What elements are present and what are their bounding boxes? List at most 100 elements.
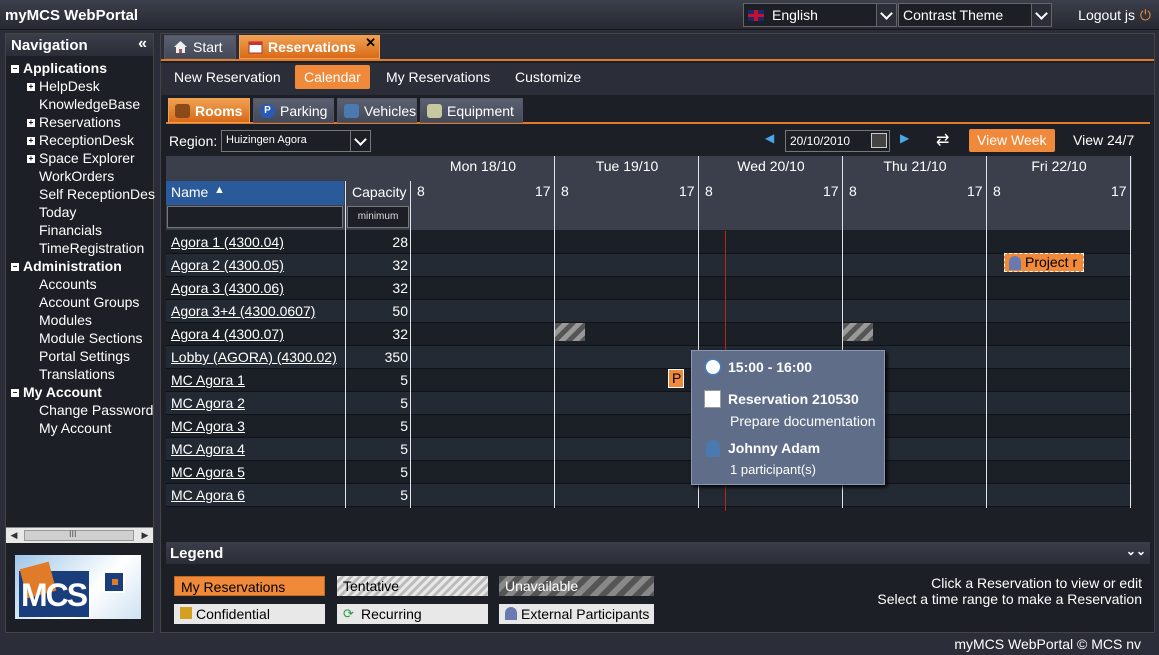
theme-select[interactable]: Contrast Theme bbox=[898, 3, 1052, 27]
nav-item[interactable]: My Account bbox=[23, 384, 102, 400]
scroll-thumb[interactable]: III bbox=[24, 529, 134, 541]
nav-item[interactable]: Portal Settings bbox=[39, 348, 130, 364]
reservation-event[interactable]: P bbox=[668, 369, 684, 388]
room-name-link[interactable]: Agora 2 (4300.05) bbox=[171, 257, 284, 273]
nav-item[interactable]: TimeRegistration bbox=[39, 240, 144, 256]
tab-equipment[interactable]: Equipment bbox=[420, 98, 523, 123]
nav-item[interactable]: Space Explorer bbox=[39, 150, 135, 166]
scroll-right-icon[interactable]: ▶ bbox=[137, 528, 153, 543]
nav-item[interactable]: Change Password bbox=[39, 402, 153, 418]
room-row[interactable]: Agora 1 (4300.04) 28 bbox=[166, 231, 1132, 254]
collapse-node-icon[interactable]: − bbox=[11, 389, 19, 397]
capacity-filter-input[interactable]: minimum bbox=[347, 206, 409, 228]
calendar-picker-icon[interactable] bbox=[871, 133, 887, 148]
room-name-link[interactable]: Lobby (AGORA) (4300.02) bbox=[171, 349, 337, 365]
refresh-icon[interactable]: ⇄ bbox=[936, 130, 949, 150]
region-select[interactable]: Huizingen Agora bbox=[221, 130, 371, 152]
room-row[interactable]: MC Agora 3 5 bbox=[166, 415, 1132, 438]
nav-item[interactable]: Module Sections bbox=[39, 330, 143, 346]
door-icon bbox=[175, 104, 190, 118]
room-name-link[interactable]: MC Agora 6 bbox=[171, 487, 245, 503]
legend-hint-1: Click a Reservation to view or edit bbox=[931, 575, 1142, 591]
collapse-node-icon[interactable]: − bbox=[11, 65, 19, 73]
collapse-icon[interactable]: « bbox=[138, 35, 147, 53]
room-name-link[interactable]: MC Agora 2 bbox=[171, 395, 245, 411]
menu-calendar[interactable]: Calendar bbox=[295, 65, 370, 89]
room-row[interactable]: Agora 2 (4300.05) 32 bbox=[166, 254, 1132, 277]
tooltip-participants: 1 participant(s) bbox=[730, 462, 816, 477]
nav-item[interactable]: ReceptionDesk bbox=[39, 132, 134, 148]
nav-item[interactable]: Administration bbox=[23, 258, 122, 274]
nav-item[interactable]: Self ReceptionDes bbox=[39, 186, 155, 202]
expand-node-icon[interactable]: + bbox=[27, 83, 35, 91]
view-247-button[interactable]: View 24/7 bbox=[1073, 132, 1134, 148]
collapse-legend-icon[interactable]: ⌄⌄ bbox=[1126, 544, 1146, 558]
nav-item[interactable]: HelpDesk bbox=[39, 78, 100, 94]
nav-item[interactable]: Account Groups bbox=[39, 294, 139, 310]
expand-node-icon[interactable]: + bbox=[27, 155, 35, 163]
expand-node-icon[interactable]: + bbox=[27, 137, 35, 145]
room-name-link[interactable]: MC Agora 4 bbox=[171, 441, 245, 457]
room-row[interactable]: MC Agora 6 5 bbox=[166, 484, 1132, 507]
tab-vehicles[interactable]: Vehicles bbox=[337, 98, 417, 123]
tab-rooms[interactable]: Rooms bbox=[168, 98, 250, 123]
room-name-link[interactable]: MC Agora 1 bbox=[171, 372, 245, 388]
close-icon[interactable]: ✕ bbox=[365, 35, 376, 51]
reservation-event[interactable]: Project r bbox=[1004, 253, 1084, 272]
nav-item[interactable]: WorkOrders bbox=[39, 168, 114, 184]
view-week-button[interactable]: View Week bbox=[969, 129, 1055, 152]
room-row[interactable]: Agora 4 (4300.07) 32 bbox=[166, 323, 1132, 346]
scroll-grip: III bbox=[69, 529, 77, 539]
scroll-left-icon[interactable]: ◀ bbox=[6, 528, 22, 543]
nav-horizontal-scrollbar[interactable]: ◀ III ▶ bbox=[6, 527, 153, 543]
chevron-down-icon[interactable] bbox=[1031, 4, 1051, 26]
menu-new-reservation[interactable]: New Reservation bbox=[165, 65, 290, 89]
chevron-down-icon[interactable] bbox=[876, 4, 896, 26]
nav-item[interactable]: My Account bbox=[39, 420, 111, 436]
room-name-link[interactable]: MC Agora 3 bbox=[171, 418, 245, 434]
room-row[interactable]: Lobby (AGORA) (4300.02) 350 bbox=[166, 346, 1132, 369]
room-name-link[interactable]: Agora 4 (4300.07) bbox=[171, 326, 284, 342]
hour-end-label: 17 bbox=[679, 183, 695, 199]
menu-customize[interactable]: Customize bbox=[506, 65, 590, 89]
nav-item[interactable]: Accounts bbox=[39, 276, 97, 292]
capacity-column-header[interactable]: Capacity bbox=[352, 184, 406, 200]
room-capacity: 28 bbox=[392, 234, 408, 250]
room-name-link[interactable]: Agora 3 (4300.06) bbox=[171, 280, 284, 296]
expand-node-icon[interactable]: + bbox=[27, 119, 35, 127]
room-capacity: 350 bbox=[384, 349, 408, 365]
room-name-link[interactable]: MC Agora 5 bbox=[171, 464, 245, 480]
room-row[interactable]: Agora 3 (4300.06) 32 bbox=[166, 277, 1132, 300]
room-row[interactable]: MC Agora 1 5 bbox=[166, 369, 1132, 392]
collapse-node-icon[interactable]: − bbox=[11, 263, 19, 271]
room-name-link[interactable]: Agora 3+4 (4300.0607) bbox=[171, 303, 315, 319]
nav-item[interactable]: Translations bbox=[39, 366, 115, 382]
chevron-down-icon[interactable] bbox=[350, 131, 370, 151]
logout-link[interactable]: Logout js bbox=[1078, 7, 1135, 23]
tab-parking[interactable]: P Parking bbox=[253, 98, 334, 123]
language-select[interactable]: English bbox=[743, 3, 897, 27]
menu-my-reservations[interactable]: My Reservations bbox=[377, 65, 499, 89]
day-header: Tue 19/10 bbox=[595, 158, 659, 174]
name-column-header[interactable]: Name ▲ bbox=[166, 181, 344, 205]
room-row[interactable]: MC Agora 5 5 bbox=[166, 461, 1132, 484]
date-input[interactable]: 20/10/2010 bbox=[785, 130, 890, 152]
nav-item[interactable]: KnowledgeBase bbox=[39, 96, 140, 112]
tab-reservations[interactable]: Reservations ✕ bbox=[239, 35, 380, 59]
nav-item[interactable]: Modules bbox=[39, 312, 92, 328]
grid-divider bbox=[1130, 156, 1131, 508]
power-icon[interactable]: ⏻ bbox=[1140, 7, 1151, 24]
footer: myMCS WebPortal © MCS nv bbox=[954, 636, 1141, 652]
room-row[interactable]: Agora 3+4 (4300.0607) 50 bbox=[166, 300, 1132, 323]
previous-icon[interactable]: ◀ bbox=[765, 131, 774, 145]
room-name-link[interactable]: Agora 1 (4300.04) bbox=[171, 234, 284, 250]
name-filter-input[interactable] bbox=[167, 206, 343, 228]
nav-item[interactable]: Financials bbox=[39, 222, 102, 238]
nav-item[interactable]: Applications bbox=[23, 60, 107, 76]
nav-item[interactable]: Today bbox=[39, 204, 76, 220]
nav-item[interactable]: Reservations bbox=[39, 114, 121, 130]
room-row[interactable]: MC Agora 4 5 bbox=[166, 438, 1132, 461]
tab-start[interactable]: Start bbox=[164, 35, 236, 59]
room-row[interactable]: MC Agora 2 5 bbox=[166, 392, 1132, 415]
next-icon[interactable]: ▶ bbox=[900, 131, 909, 145]
